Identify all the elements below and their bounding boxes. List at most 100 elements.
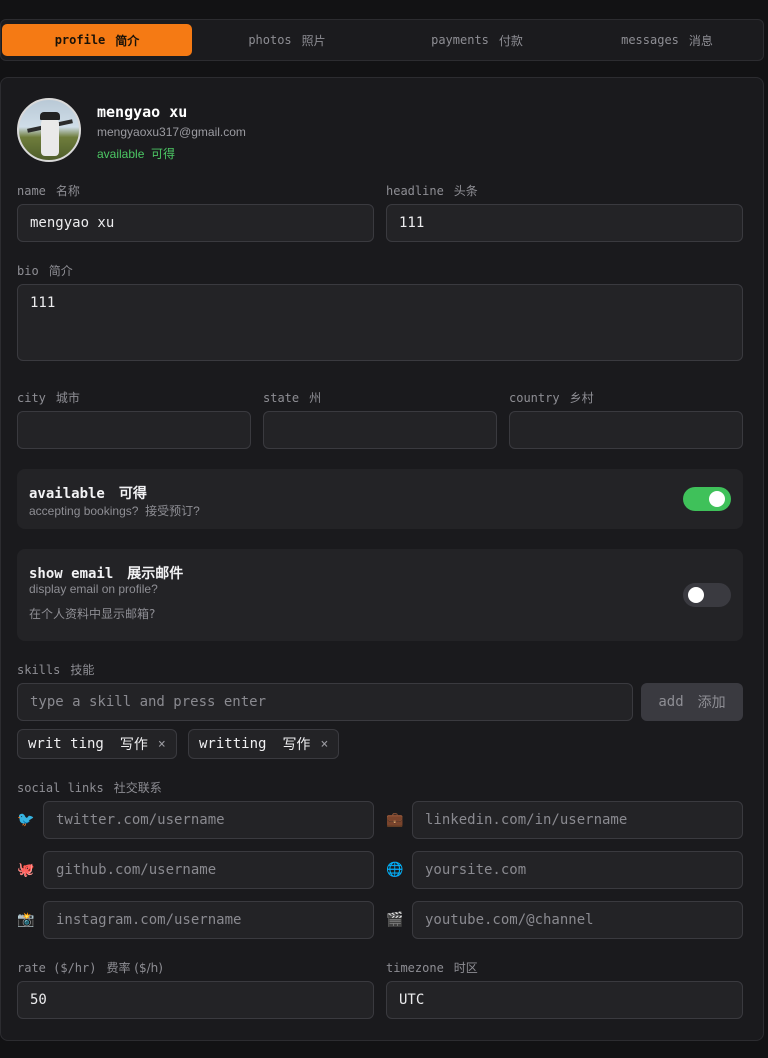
website-field[interactable]: [412, 851, 743, 889]
name-input[interactable]: [30, 215, 361, 231]
city-field[interactable]: [17, 411, 251, 449]
state-label-cn: 州: [309, 391, 322, 405]
name-field[interactable]: [17, 204, 374, 242]
bio-label: bio 简介: [17, 262, 73, 279]
globe-icon: 🌐: [386, 862, 404, 878]
rate-input[interactable]: [30, 992, 361, 1008]
github-field[interactable]: [43, 851, 374, 889]
avatar[interactable]: [17, 98, 81, 162]
skills-label-cn: 技能: [70, 663, 95, 677]
country-label: country 乡村: [509, 389, 594, 406]
twitter-input[interactable]: [56, 812, 361, 828]
bio-label-cn: 简介: [48, 264, 73, 278]
headline-input[interactable]: [399, 215, 730, 231]
available-title: available 可得: [29, 483, 147, 503]
available-toggle-knob: [709, 491, 725, 507]
city-label-cn: 城市: [55, 391, 80, 405]
headline-field[interactable]: [386, 204, 743, 242]
state-field[interactable]: [263, 411, 497, 449]
remove-skill-icon[interactable]: ×: [158, 737, 166, 752]
city-input[interactable]: [30, 422, 238, 438]
website-input[interactable]: [425, 862, 730, 878]
show-email-subtitle: display email on profile?: [29, 582, 158, 596]
available-card: available 可得 accepting bookings? 接受预订?: [17, 469, 743, 529]
timezone-field[interactable]: [386, 981, 743, 1019]
social-links-label-text: social links: [17, 781, 104, 795]
available-toggle[interactable]: [683, 487, 731, 511]
country-label-cn: 乡村: [569, 391, 594, 405]
skill-input[interactable]: [30, 694, 620, 710]
github-input[interactable]: [56, 862, 361, 878]
timezone-label: timezone 时区: [386, 959, 478, 976]
skill-chip-text: writ ting: [28, 736, 104, 752]
show-email-subtitle-cn: 在个人资料中显示邮箱?: [29, 607, 156, 621]
city-label: city 城市: [17, 389, 80, 406]
show-email-title-cn: 展示邮件: [127, 566, 184, 582]
remove-skill-icon[interactable]: ×: [320, 737, 328, 752]
rate-label-cn: 费率 ($/h): [106, 961, 163, 975]
avatar-figure-hat: [40, 112, 60, 120]
skill-field[interactable]: [17, 683, 633, 721]
city-label-text: city: [17, 391, 46, 405]
name-label-cn: 名称: [55, 184, 80, 198]
tab-payments-label: payments: [431, 33, 489, 47]
tab-photos-label: photos: [248, 33, 292, 47]
state-label-text: state: [263, 391, 300, 405]
profile-email: mengyaoxu317@gmail.com: [97, 125, 246, 139]
country-field[interactable]: [509, 411, 743, 449]
youtube-field[interactable]: [412, 901, 743, 939]
show-email-card: show email 展示邮件 display email on profile?…: [17, 549, 743, 641]
tab-messages-label: messages: [621, 33, 679, 47]
show-email-title: show email 展示邮件: [29, 563, 183, 583]
linkedin-field[interactable]: [412, 801, 743, 839]
add-skill-cn: 添加: [697, 695, 726, 711]
name-label: name 名称: [17, 182, 80, 199]
tab-photos-cn: 照片: [301, 33, 326, 48]
tab-payments-cn: 付款: [498, 33, 523, 48]
tab-payments[interactable]: payments 付款: [382, 24, 572, 56]
country-input[interactable]: [522, 422, 730, 438]
instagram-field[interactable]: [43, 901, 374, 939]
headline-label: headline 头条: [386, 182, 478, 199]
skills-label-text: skills: [17, 663, 61, 677]
skill-chip: writting 写作 ×: [188, 729, 340, 759]
briefcase-icon: 💼: [386, 812, 404, 828]
available-title-cn: 可得: [118, 486, 147, 502]
octopus-icon: 🐙: [17, 862, 35, 878]
available-subtitle: accepting bookings? 接受预订?: [29, 504, 200, 518]
clapper-icon: 🎬: [386, 912, 404, 928]
add-skill-button[interactable]: add 添加: [641, 683, 743, 721]
state-input[interactable]: [276, 422, 484, 438]
avatar-figure: [41, 116, 59, 156]
show-email-title-text: show email: [29, 566, 114, 582]
skill-chip: writ ting 写作 ×: [17, 729, 177, 759]
show-email-toggle[interactable]: [683, 583, 731, 607]
headline-label-text: headline: [386, 184, 444, 198]
state-label: state 州: [263, 389, 321, 406]
available-title-text: available: [29, 486, 105, 502]
social-links-label-cn: 社交联系: [113, 781, 162, 795]
skill-chip-text: writting: [199, 736, 267, 752]
timezone-label-text: timezone: [386, 961, 444, 975]
timezone-input[interactable]: [399, 992, 730, 1008]
twitter-field[interactable]: [43, 801, 374, 839]
rate-label: rate ($/hr) 费率 ($/h): [17, 959, 163, 976]
profile-status: available 可得: [97, 147, 176, 161]
social-links-label: social links 社交联系: [17, 779, 162, 796]
headline-label-cn: 头条: [453, 184, 478, 198]
tab-photos[interactable]: photos 照片: [192, 24, 382, 56]
add-skill-label: add: [658, 694, 684, 710]
youtube-input[interactable]: [425, 912, 730, 928]
profile-name: mengyao xu: [97, 103, 188, 121]
linkedin-input[interactable]: [425, 812, 730, 828]
instagram-input[interactable]: [56, 912, 361, 928]
timezone-label-cn: 时区: [453, 961, 478, 975]
tab-messages-cn: 消息: [688, 33, 713, 48]
skill-chip-cn: 写作: [119, 737, 148, 753]
tab-profile[interactable]: profile 简介: [2, 24, 192, 56]
show-email-toggle-knob: [688, 587, 704, 603]
skill-chip-cn: 写作: [282, 737, 311, 753]
bio-textarea[interactable]: 111: [17, 284, 743, 361]
tab-messages[interactable]: messages 消息: [572, 24, 762, 56]
rate-field[interactable]: [17, 981, 374, 1019]
